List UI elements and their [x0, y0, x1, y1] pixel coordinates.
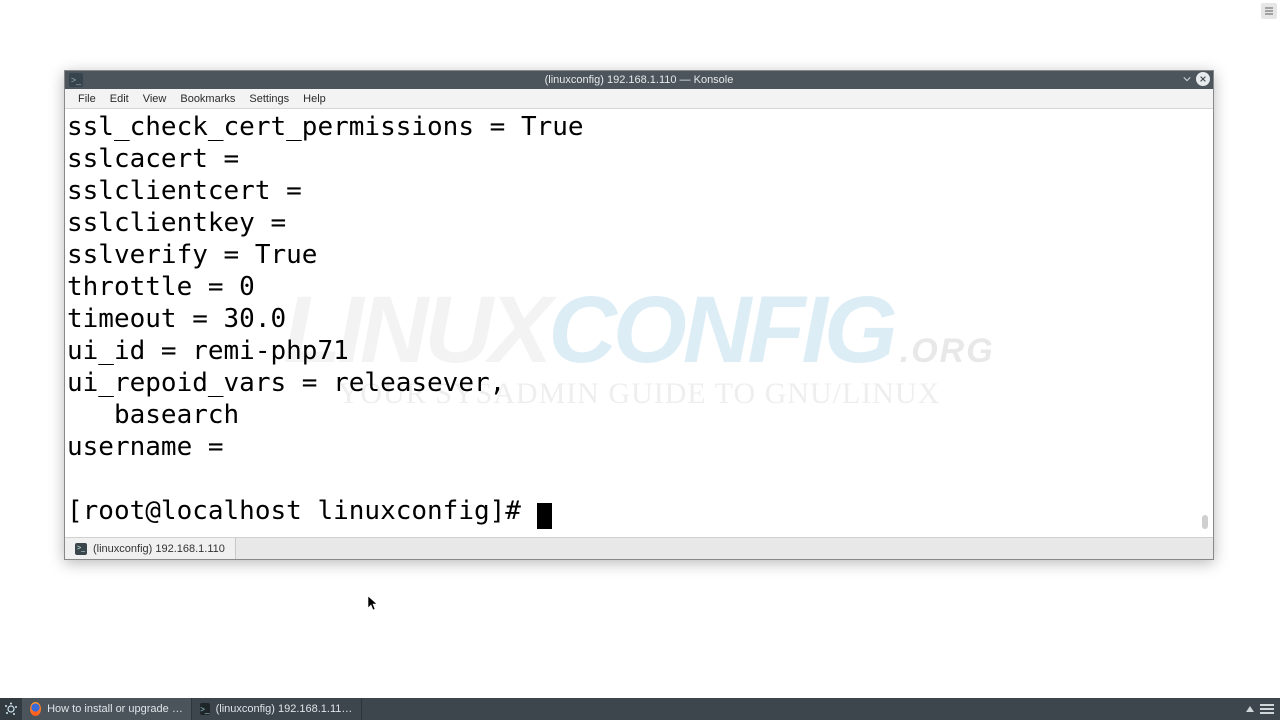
menu-edit[interactable]: Edit — [103, 91, 136, 107]
menu-help[interactable]: Help — [296, 91, 333, 107]
start-button[interactable] — [0, 698, 22, 720]
menu-bar: File Edit View Bookmarks Settings Help — [65, 89, 1213, 109]
taskbar-item-konsole[interactable]: >_ (linuxconfig) 192.168.1.110 — Ko... — [192, 698, 362, 720]
window-titlebar[interactable]: >_ (linuxconfig) 192.168.1.110 — Konsole — [65, 71, 1213, 89]
app-icon: >_ — [69, 73, 83, 87]
terminal-tab[interactable]: >_ (linuxconfig) 192.168.1.110 — [65, 538, 236, 559]
terminal-scrollbar[interactable] — [1202, 515, 1208, 529]
kde-logo-icon — [4, 702, 18, 716]
tab-bar: >_ (linuxconfig) 192.168.1.110 — [65, 537, 1213, 559]
close-icon — [1199, 75, 1207, 83]
chevron-down-icon — [1183, 75, 1191, 83]
tray-menu-icon[interactable] — [1260, 704, 1274, 714]
tray-expand-icon[interactable] — [1246, 706, 1254, 712]
terminal-icon: >_ — [75, 543, 87, 555]
hamburger-icon — [1264, 6, 1274, 16]
window-title: (linuxconfig) 192.168.1.110 — Konsole — [545, 74, 734, 86]
taskbar-item-firefox[interactable]: How to install or upgrade to PHP ... — [22, 698, 192, 720]
terminal-output: ssl_check_cert_permissions = True sslcac… — [65, 109, 1213, 537]
terminal-area[interactable]: LINUXCONFIG.ORG YOUR SYSADMIN GUIDE TO G… — [65, 109, 1213, 537]
mouse-cursor — [368, 596, 380, 617]
desktop-menu-button[interactable] — [1261, 3, 1277, 19]
konsole-icon: >_ — [200, 703, 210, 715]
menu-file[interactable]: File — [71, 91, 103, 107]
menu-view[interactable]: View — [136, 91, 174, 107]
system-tray — [1246, 704, 1280, 714]
menu-settings[interactable]: Settings — [242, 91, 296, 107]
taskbar-item-label: (linuxconfig) 192.168.1.110 — Ko... — [216, 703, 353, 715]
window-close-button[interactable] — [1196, 72, 1210, 86]
tab-label: (linuxconfig) 192.168.1.110 — [93, 543, 225, 555]
taskbar-item-label: How to install or upgrade to PHP ... — [47, 703, 183, 715]
taskbar: How to install or upgrade to PHP ... >_ … — [0, 698, 1280, 720]
terminal-cursor — [537, 503, 552, 529]
menu-bookmarks[interactable]: Bookmarks — [173, 91, 242, 107]
firefox-icon — [30, 702, 41, 716]
window-minimize-button[interactable] — [1180, 72, 1194, 86]
konsole-window: >_ (linuxconfig) 192.168.1.110 — Konsole… — [64, 70, 1214, 560]
